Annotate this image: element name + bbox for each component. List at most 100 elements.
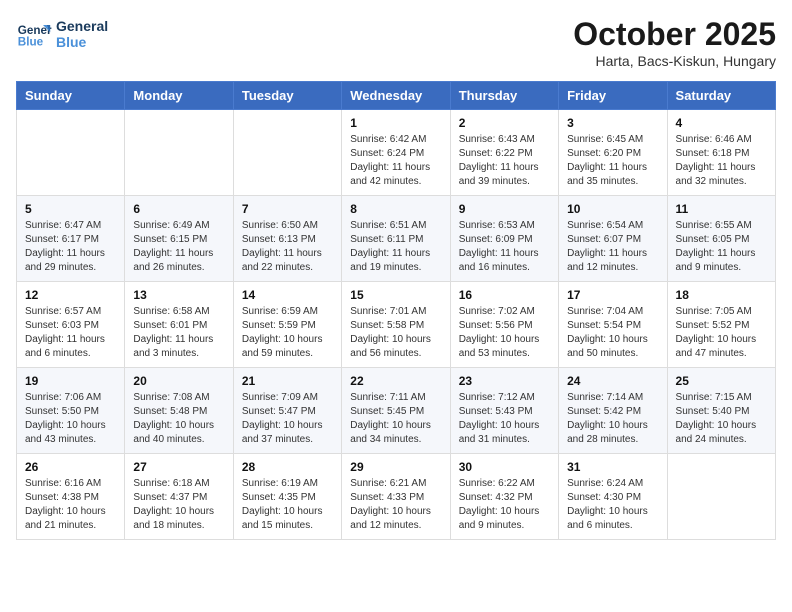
day-number: 12 — [25, 288, 116, 302]
page-header: General Blue General Blue October 2025 H… — [16, 16, 776, 69]
day-info: Sunrise: 7:05 AM Sunset: 5:52 PM Dayligh… — [676, 305, 767, 361]
calendar-week-5: 26 Sunrise: 6:16 AM Sunset: 4:38 PM Dayli… — [17, 454, 776, 540]
calendar-cell: 9 Sunrise: 6:53 AM Sunset: 6:09 PM Daylig… — [450, 196, 558, 282]
calendar-cell: 5 Sunrise: 6:47 AM Sunset: 6:17 PM Daylig… — [17, 196, 125, 282]
day-number: 5 — [25, 202, 116, 216]
calendar-cell: 31 Sunrise: 6:24 AM Sunset: 4:30 PM Dayli… — [559, 454, 667, 540]
weekday-header-monday: Monday — [125, 82, 233, 110]
calendar-cell — [17, 110, 125, 196]
calendar-cell: 29Sunrise: 6:21 AM Sunset: 4:33 PM Dayli… — [342, 454, 450, 540]
calendar-cell: 11 Sunrise: 6:55 AM Sunset: 6:05 PM Dayli… — [667, 196, 775, 282]
day-info: Sunrise: 6:19 AM Sunset: 4:35 PM Dayligh… — [242, 477, 333, 533]
calendar-cell: 7 Sunrise: 6:50 AM Sunset: 6:13 PM Daylig… — [233, 196, 341, 282]
day-info: Sunrise: 7:01 AM Sunset: 5:58 PM Dayligh… — [350, 305, 441, 361]
day-number: 18 — [676, 288, 767, 302]
calendar-cell: 16 Sunrise: 7:02 AM Sunset: 5:56 PM Dayli… — [450, 282, 558, 368]
day-number: 17 — [567, 288, 658, 302]
logo-icon: General Blue — [16, 16, 52, 52]
month-title: October 2025 — [573, 16, 776, 53]
day-info: Sunrise: 7:15 AM Sunset: 5:40 PM Dayligh… — [676, 391, 767, 447]
day-number: 21 — [242, 374, 333, 388]
weekday-header-friday: Friday — [559, 82, 667, 110]
day-info: Sunrise: 7:11 AM Sunset: 5:45 PM Dayligh… — [350, 391, 441, 447]
day-number: 30 — [459, 460, 550, 474]
calendar-week-1: 1 Sunrise: 6:42 AM Sunset: 6:24 PM Daylig… — [17, 110, 776, 196]
day-number: 24 — [567, 374, 658, 388]
calendar-cell: 21 Sunrise: 7:09 AM Sunset: 5:47 PM Dayli… — [233, 368, 341, 454]
calendar-week-2: 5 Sunrise: 6:47 AM Sunset: 6:17 PM Daylig… — [17, 196, 776, 282]
calendar-cell: 25 Sunrise: 7:15 AM Sunset: 5:40 PM Dayli… — [667, 368, 775, 454]
day-info: Sunrise: 6:16 AM Sunset: 4:38 PM Dayligh… — [25, 477, 116, 533]
day-info: Sunrise: 7:08 AM Sunset: 5:48 PM Dayligh… — [133, 391, 224, 447]
calendar-cell — [233, 110, 341, 196]
calendar-cell: 1 Sunrise: 6:42 AM Sunset: 6:24 PM Daylig… — [342, 110, 450, 196]
day-number: 26 — [25, 460, 116, 474]
calendar-cell: 4Sunrise: 6:46 AM Sunset: 6:18 PM Daylig… — [667, 110, 775, 196]
weekday-header-sunday: Sunday — [17, 82, 125, 110]
day-info: Sunrise: 7:02 AM Sunset: 5:56 PM Dayligh… — [459, 305, 550, 361]
day-number: 13 — [133, 288, 224, 302]
day-number: 25 — [676, 374, 767, 388]
calendar-week-3: 12Sunrise: 6:57 AM Sunset: 6:03 PM Dayli… — [17, 282, 776, 368]
calendar-cell: 6 Sunrise: 6:49 AM Sunset: 6:15 PM Daylig… — [125, 196, 233, 282]
day-number: 19 — [25, 374, 116, 388]
day-number: 2 — [459, 116, 550, 130]
day-number: 7 — [242, 202, 333, 216]
day-info: Sunrise: 6:50 AM Sunset: 6:13 PM Dayligh… — [242, 219, 333, 275]
calendar-week-4: 19 Sunrise: 7:06 AM Sunset: 5:50 PM Dayli… — [17, 368, 776, 454]
day-number: 3 — [567, 116, 658, 130]
calendar-cell: 22Sunrise: 7:11 AM Sunset: 5:45 PM Dayli… — [342, 368, 450, 454]
day-info: Sunrise: 6:58 AM Sunset: 6:01 PM Dayligh… — [133, 305, 224, 361]
calendar-cell: 3 Sunrise: 6:45 AM Sunset: 6:20 PM Daylig… — [559, 110, 667, 196]
day-info: Sunrise: 6:42 AM Sunset: 6:24 PM Dayligh… — [350, 133, 441, 189]
day-info: Sunrise: 6:47 AM Sunset: 6:17 PM Dayligh… — [25, 219, 116, 275]
weekday-header-wednesday: Wednesday — [342, 82, 450, 110]
weekday-header-tuesday: Tuesday — [233, 82, 341, 110]
day-number: 15 — [350, 288, 441, 302]
title-block: October 2025 Harta, Bacs-Kiskun, Hungary — [573, 16, 776, 69]
day-info: Sunrise: 7:06 AM Sunset: 5:50 PM Dayligh… — [25, 391, 116, 447]
day-info: Sunrise: 7:04 AM Sunset: 5:54 PM Dayligh… — [567, 305, 658, 361]
day-info: Sunrise: 7:09 AM Sunset: 5:47 PM Dayligh… — [242, 391, 333, 447]
day-number: 31 — [567, 460, 658, 474]
day-number: 1 — [350, 116, 441, 130]
day-number: 11 — [676, 202, 767, 216]
day-number: 27 — [133, 460, 224, 474]
svg-text:Blue: Blue — [18, 36, 44, 49]
logo-line2: Blue — [56, 34, 108, 50]
calendar-cell: 17 Sunrise: 7:04 AM Sunset: 5:54 PM Dayli… — [559, 282, 667, 368]
day-number: 9 — [459, 202, 550, 216]
day-number: 14 — [242, 288, 333, 302]
calendar-cell: 24 Sunrise: 7:14 AM Sunset: 5:42 PM Dayli… — [559, 368, 667, 454]
weekday-header-thursday: Thursday — [450, 82, 558, 110]
day-number: 10 — [567, 202, 658, 216]
day-info: Sunrise: 6:22 AM Sunset: 4:32 PM Dayligh… — [459, 477, 550, 533]
calendar-cell: 13 Sunrise: 6:58 AM Sunset: 6:01 PM Dayli… — [125, 282, 233, 368]
calendar-cell: 2 Sunrise: 6:43 AM Sunset: 6:22 PM Daylig… — [450, 110, 558, 196]
day-number: 16 — [459, 288, 550, 302]
day-info: Sunrise: 7:14 AM Sunset: 5:42 PM Dayligh… — [567, 391, 658, 447]
day-info: Sunrise: 6:21 AM Sunset: 4:33 PM Dayligh… — [350, 477, 441, 533]
day-number: 28 — [242, 460, 333, 474]
calendar-cell: 28 Sunrise: 6:19 AM Sunset: 4:35 PM Dayli… — [233, 454, 341, 540]
day-number: 20 — [133, 374, 224, 388]
logo-line1: General — [56, 18, 108, 34]
calendar-cell: 14Sunrise: 6:59 AM Sunset: 5:59 PM Dayli… — [233, 282, 341, 368]
calendar-cell: 8Sunrise: 6:51 AM Sunset: 6:11 PM Daylig… — [342, 196, 450, 282]
day-info: Sunrise: 6:55 AM Sunset: 6:05 PM Dayligh… — [676, 219, 767, 275]
day-info: Sunrise: 6:45 AM Sunset: 6:20 PM Dayligh… — [567, 133, 658, 189]
day-info: Sunrise: 6:53 AM Sunset: 6:09 PM Dayligh… — [459, 219, 550, 275]
day-info: Sunrise: 6:46 AM Sunset: 6:18 PM Dayligh… — [676, 133, 767, 189]
day-number: 8 — [350, 202, 441, 216]
day-info: Sunrise: 6:49 AM Sunset: 6:15 PM Dayligh… — [133, 219, 224, 275]
calendar-cell: 30 Sunrise: 6:22 AM Sunset: 4:32 PM Dayli… — [450, 454, 558, 540]
calendar-cell: 12Sunrise: 6:57 AM Sunset: 6:03 PM Dayli… — [17, 282, 125, 368]
day-info: Sunrise: 6:24 AM Sunset: 4:30 PM Dayligh… — [567, 477, 658, 533]
day-number: 6 — [133, 202, 224, 216]
calendar-cell — [125, 110, 233, 196]
calendar-cell: 20 Sunrise: 7:08 AM Sunset: 5:48 PM Dayli… — [125, 368, 233, 454]
weekday-header-saturday: Saturday — [667, 82, 775, 110]
day-info: Sunrise: 6:18 AM Sunset: 4:37 PM Dayligh… — [133, 477, 224, 533]
day-info: Sunrise: 6:43 AM Sunset: 6:22 PM Dayligh… — [459, 133, 550, 189]
calendar-cell: 23Sunrise: 7:12 AM Sunset: 5:43 PM Dayli… — [450, 368, 558, 454]
